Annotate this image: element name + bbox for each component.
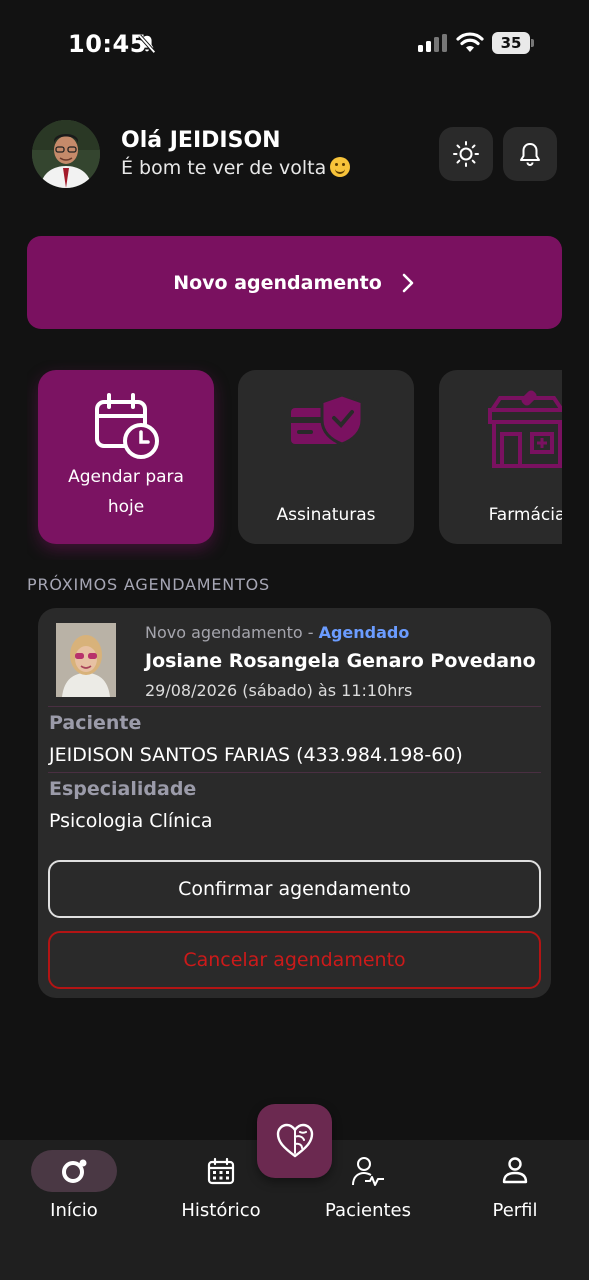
quick-action-pharmacy[interactable]: Farmácia: [439, 370, 562, 544]
specialty-label: Especialidade: [49, 778, 197, 800]
divider: [48, 772, 541, 773]
cancel-appointment-button[interactable]: Cancelar agendamento: [48, 931, 541, 989]
nav-label-home: Início: [50, 1200, 98, 1221]
status-bar: 10:45 35: [0, 0, 589, 90]
battery-indicator: 35: [492, 32, 534, 54]
calendar-clock-icon: [95, 393, 159, 459]
nav-label-history: Histórico: [181, 1200, 261, 1221]
hugging-face-emoji-icon: [330, 157, 351, 177]
battery-tip: [531, 39, 534, 47]
notifications-button[interactable]: [503, 127, 557, 181]
appointment-type-separator: -: [302, 623, 319, 642]
nav-icon-wrap: [178, 1150, 264, 1192]
appointment-datetime: 29/08/2026 (sábado) às 11:10hrs: [145, 681, 413, 700]
bell-icon: [520, 143, 540, 166]
quick-action-subscriptions[interactable]: Assinaturas: [238, 370, 414, 544]
appointment-type: Novo agendamento - Agendado: [145, 623, 409, 642]
patient-value: JEIDISON SANTOS FARIAS (433.984.198-60): [49, 744, 463, 766]
card-shield-icon: [291, 393, 364, 446]
nav-icon-wrap: [325, 1150, 411, 1192]
nav-item-home[interactable]: Início: [14, 1150, 134, 1221]
bell-mute-icon: [138, 34, 156, 54]
user-photo: [32, 120, 100, 188]
avatar[interactable]: [32, 120, 100, 188]
wifi-icon: [456, 32, 484, 52]
sun-icon: [453, 141, 479, 167]
pharmacy-icon: [488, 390, 562, 468]
new-appointment-button[interactable]: Novo agendamento: [27, 236, 562, 329]
chevron-right-icon: [402, 273, 414, 292]
appointment-type-text: Novo agendamento: [145, 623, 303, 642]
upcoming-appointments-title: PRÓXIMOS AGENDAMENTOS: [27, 575, 270, 594]
battery-level: 35: [492, 32, 530, 54]
professional-photo: [56, 623, 116, 697]
greeting-title: Olá JEIDISON: [121, 128, 281, 153]
appointment-card: Novo agendamento - Agendado Josiane Rosa…: [38, 608, 551, 998]
theme-toggle-button[interactable]: [439, 127, 493, 181]
new-appointment-label: Novo agendamento: [173, 271, 382, 294]
nav-icon-wrap: [31, 1150, 117, 1192]
calendar-icon: [207, 1157, 235, 1185]
nav-icon-wrap: [472, 1150, 558, 1192]
nav-label-profile: Perfil: [492, 1200, 538, 1221]
greeting-subtitle-text: É bom te ver de volta: [121, 157, 327, 179]
quick-action-label: Assinaturas: [276, 505, 376, 525]
quick-action-label: Agendar para hoje: [68, 467, 184, 517]
profile-icon: [502, 1157, 528, 1184]
quick-actions-row: Agendar para hoje Assinaturas Farmácia: [27, 360, 562, 560]
quick-action-schedule-today[interactable]: Agendar para hoje: [38, 370, 214, 544]
nav-item-profile[interactable]: Perfil: [455, 1150, 575, 1221]
home-icon: [62, 1159, 87, 1183]
signal-icon: [418, 34, 447, 52]
divider: [48, 706, 541, 707]
heart-brain-icon: [276, 1123, 313, 1158]
nav-label-patients: Pacientes: [325, 1200, 411, 1221]
patient-icon: [352, 1157, 384, 1186]
specialty-value: Psicologia Clínica: [49, 810, 213, 832]
confirm-appointment-button[interactable]: Confirmar agendamento: [48, 860, 541, 918]
quick-action-label: Farmácia: [488, 505, 562, 525]
patient-label: Paciente: [49, 712, 142, 734]
greeting-subtitle: É bom te ver de volta: [121, 157, 351, 179]
brain-heart-fab-button[interactable]: [257, 1104, 332, 1178]
appointment-status: Agendado: [318, 623, 410, 642]
professional-name: Josiane Rosangela Genaro Povedano: [145, 650, 536, 672]
